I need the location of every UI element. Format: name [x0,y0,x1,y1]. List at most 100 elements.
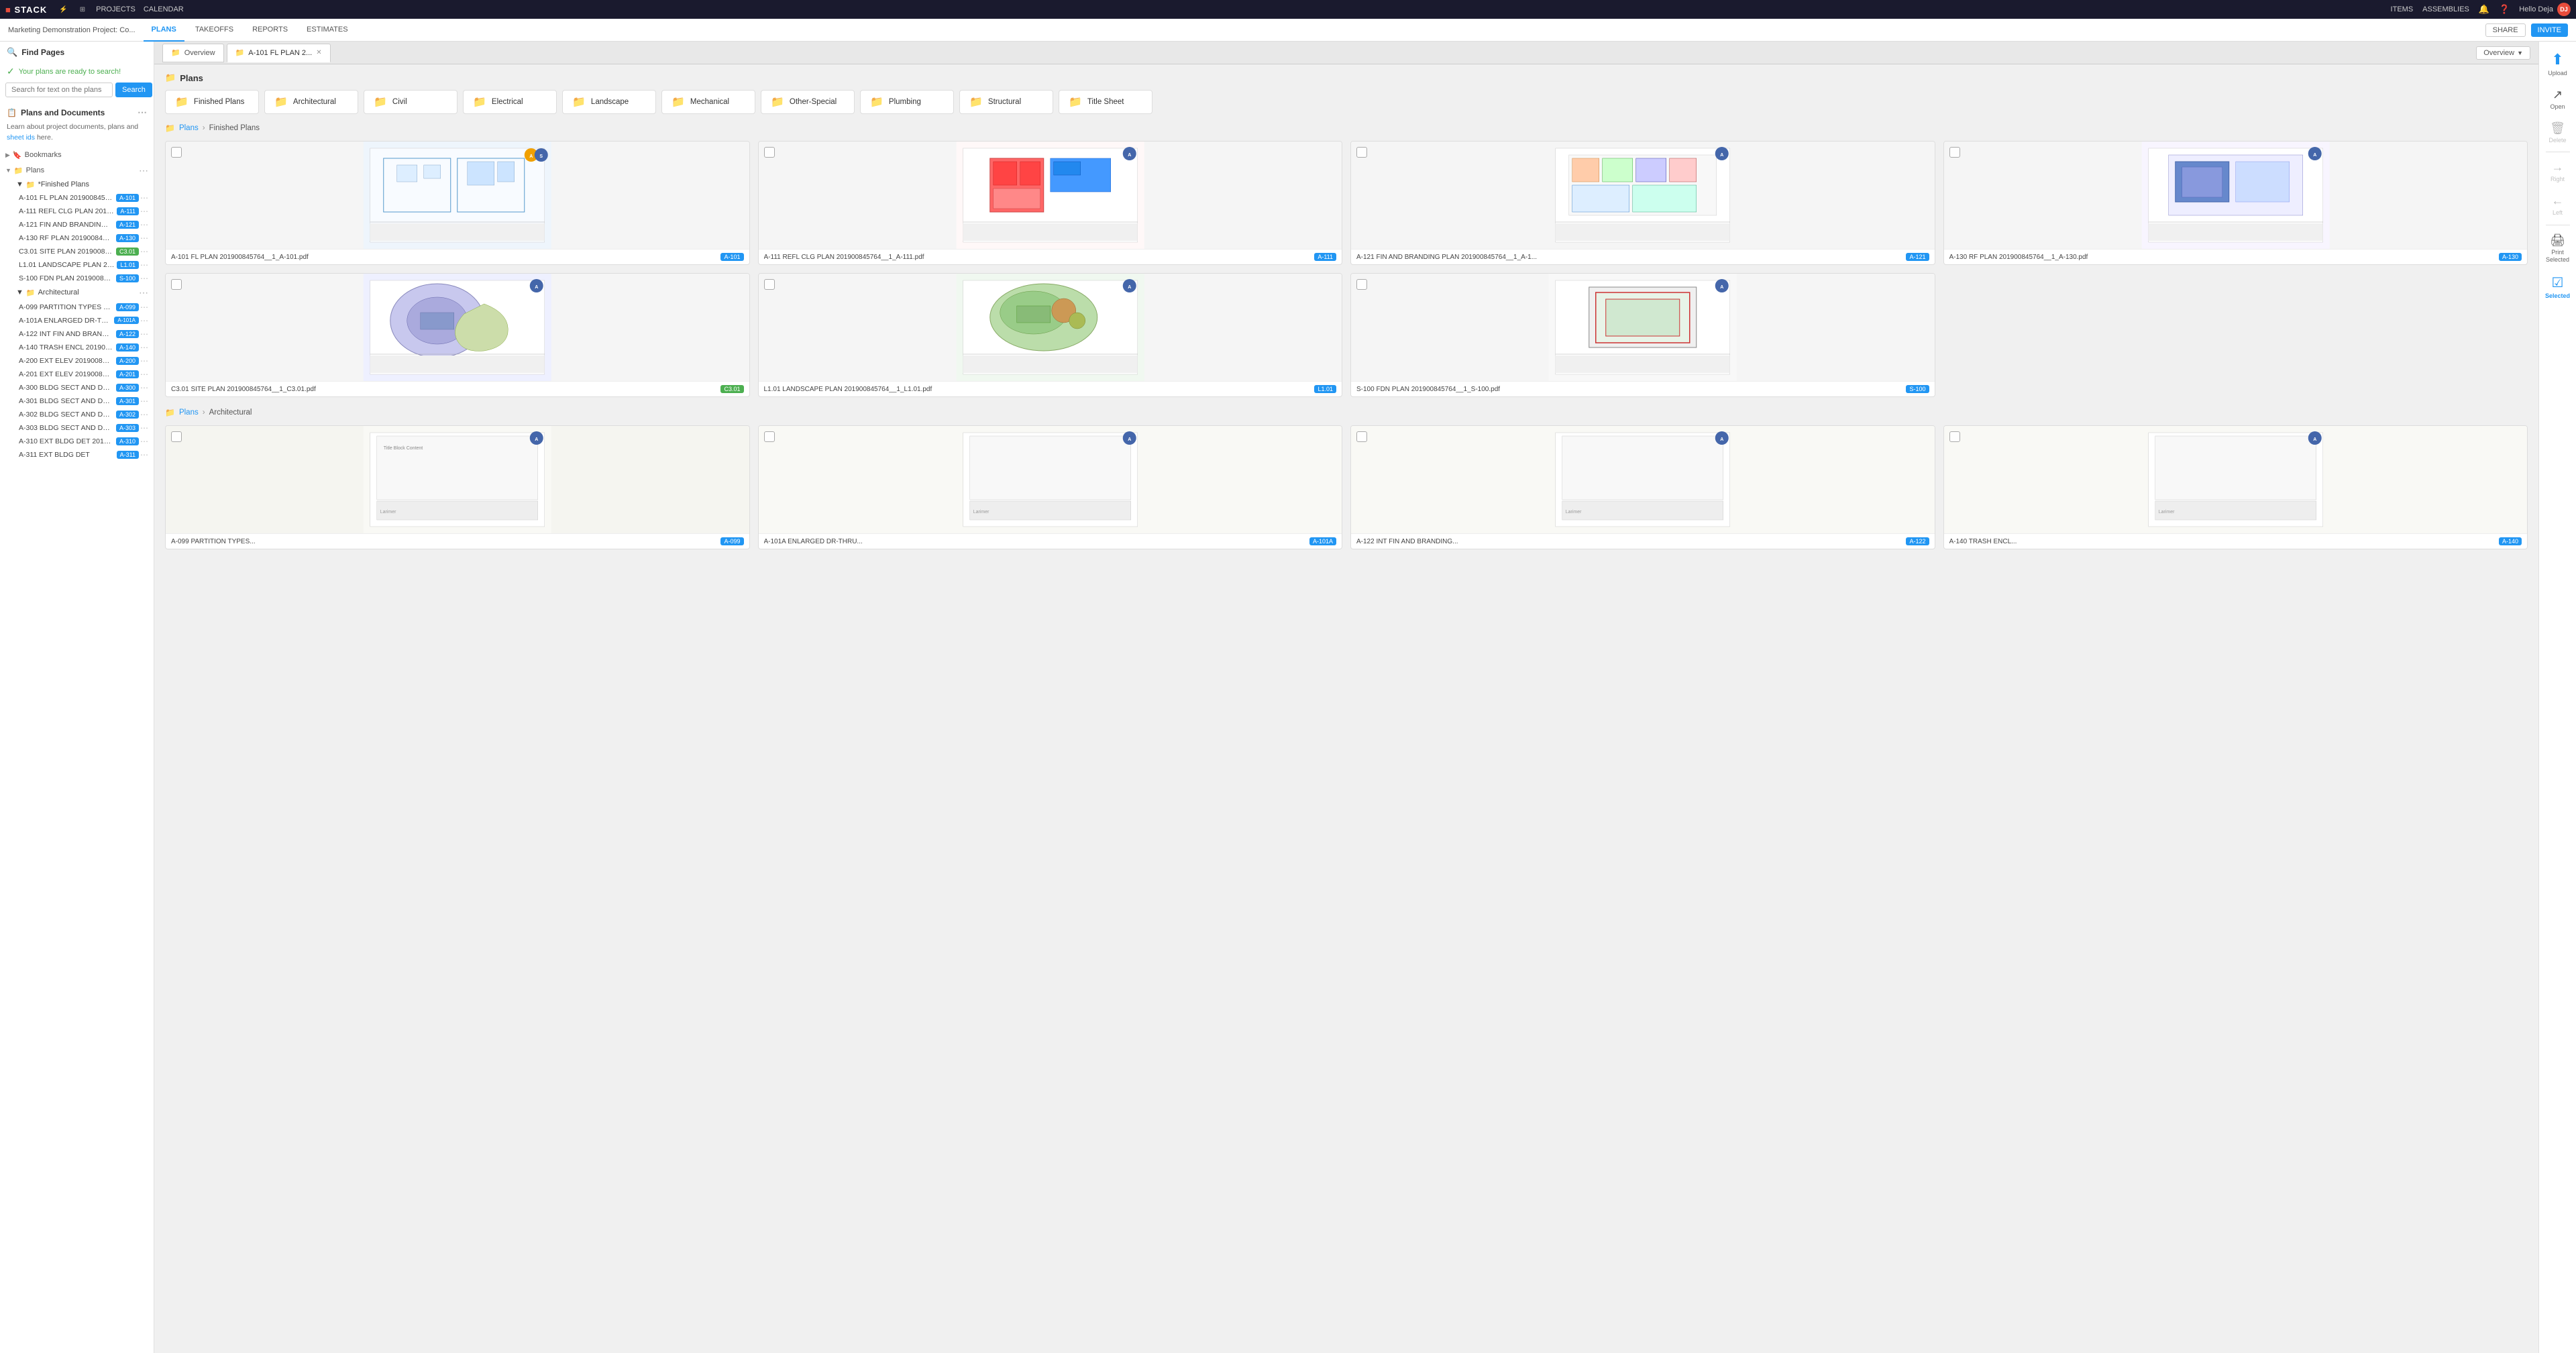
card-checkbox[interactable] [764,147,775,158]
plan-card-arch3[interactable]: Larimer A A-122 INT FIN AND BRANDING... … [1350,425,1935,549]
card-checkbox[interactable] [1356,147,1367,158]
nav-projects[interactable]: PROJECTS [96,5,136,13]
item-more-icon[interactable]: ⋯ [140,356,148,366]
sheet-ids-link[interactable]: sheet ids [7,133,35,142]
tab-reports[interactable]: REPORTS [244,19,296,42]
list-item[interactable]: A-111 REFL CLG PLAN 201900845764 1 A-111… [5,205,154,218]
print-button[interactable]: 🖨 Print Selected [2542,229,2574,268]
folder-other-special[interactable]: 📁 Other-Special [761,90,855,114]
plan-card-arch4[interactable]: Larimer A A-140 TRASH ENCL... A-140 [1943,425,2528,549]
list-item[interactable]: A-300 BLDG SECT AND DET 201900845764 1 A… [5,381,154,394]
plans-more-icon[interactable]: ⋯ [139,165,148,176]
card-checkbox[interactable] [764,279,775,290]
section-more-icon[interactable]: ⋯ [138,107,147,118]
list-item[interactable]: A-301 BLDG SECT AND DET 201900845764 1 A… [5,394,154,408]
item-more-icon[interactable]: ⋯ [140,410,148,419]
item-more-icon[interactable]: ⋯ [140,450,148,459]
list-item[interactable]: S-100 FDN PLAN 201900845764 1 S-100.pdf … [5,272,154,285]
item-more-icon[interactable]: ⋯ [140,370,148,379]
list-item[interactable]: A-303 BLDG SECT AND DET 201900845764 1 A… [5,421,154,435]
selected-button[interactable]: ☑ Selected [2542,270,2574,304]
plan-card-l101[interactable]: A L1.01 LANDSCAPE PLAN 201900845764__1_L… [758,273,1343,397]
upload-button[interactable]: ⬆ Upload [2542,47,2574,81]
card-checkbox[interactable] [1949,147,1960,158]
list-item[interactable]: A-122 INT FIN AND BRANDING LEGEND 201900… [5,327,154,341]
list-item[interactable]: A-201 EXT ELEV 201900845764 1 A-201.pdf … [5,368,154,381]
overview-dropdown[interactable]: Overview ▼ [2476,46,2530,60]
item-more-icon[interactable]: ⋯ [140,193,148,203]
card-checkbox[interactable] [764,431,775,442]
list-item[interactable]: A-140 TRASH ENCL 201900845764 1 A-140.pd… [5,341,154,354]
card-checkbox[interactable] [171,147,182,158]
finished-plans-header[interactable]: ▼ 📁 *Finished Plans [5,178,154,191]
list-item[interactable]: A-101A ENLARGED DR-THRU PLAN AND DET 201… [5,314,154,327]
help-icon[interactable]: ❓ [2499,4,2510,15]
nav-calendar[interactable]: CALENDAR [144,5,184,13]
bookmarks-header[interactable]: ▶ 🔖 Bookmarks [0,149,154,162]
card-checkbox[interactable] [171,279,182,290]
open-button[interactable]: ↗ Open [2542,84,2574,115]
item-more-icon[interactable]: ⋯ [140,329,148,339]
share-button[interactable]: SHARE [2485,23,2526,37]
plan-card-arch2[interactable]: Larimer A A-101A ENLARGED DR-THRU... A-1… [758,425,1343,549]
list-item[interactable]: A-121 FIN AND BRANDING PLAN 201900845764… [5,218,154,231]
folder-structural[interactable]: 📁 Structural [959,90,1053,114]
item-more-icon[interactable]: ⋯ [140,260,148,270]
folder-civil[interactable]: 📁 Civil [364,90,458,114]
item-more-icon[interactable]: ⋯ [140,220,148,229]
item-more-icon[interactable]: ⋯ [140,423,148,433]
tab-estimates[interactable]: ESTIMATES [299,19,356,42]
plan-card-a111[interactable]: A A-111 REFL CLG PLAN 201900845764__1_A-… [758,141,1343,265]
plan-card-s100[interactable]: A S-100 FDN PLAN 201900845764__1_S-100.p… [1350,273,1935,397]
search-input[interactable] [5,83,113,97]
item-more-icon[interactable]: ⋯ [140,207,148,216]
list-item[interactable]: A-302 BLDG SECT AND DET 201900845764 1 A… [5,408,154,421]
plan-card-a130[interactable]: A A-130 RF PLAN 201900845764__1_A-130.pd… [1943,141,2528,265]
card-checkbox[interactable] [1356,431,1367,442]
list-item[interactable]: A-101 FL PLAN 201900845764 1 A-101.pdf A… [5,191,154,205]
card-checkbox[interactable] [1356,279,1367,290]
nav-assemblies-label[interactable]: ASSEMBLIES [2422,5,2469,13]
list-item[interactable]: A-310 EXT BLDG DET 201900845764 1 A-310.… [5,435,154,448]
tab-plans[interactable]: PLANS [144,19,184,42]
architectural-header[interactable]: ▼ 📁 Architectural ⋯ [5,285,154,301]
tab-a101[interactable]: 📁 A-101 FL PLAN 2... ✕ [227,44,331,62]
list-item[interactable]: A-311 EXT BLDG DET A-311 ⋯ [5,448,154,462]
item-more-icon[interactable]: ⋯ [140,396,148,406]
folder-title-sheet[interactable]: 📁 Title Sheet [1059,90,1152,114]
plan-card-c301[interactable]: A C3.01 SITE PLAN 201900845764__1_C3.01.… [165,273,750,397]
breadcrumb-plans-link[interactable]: Plans [179,124,199,132]
list-item[interactable]: C3.01 SITE PLAN 201900845764 1 C3.01.pdf… [5,245,154,258]
folder-plumbing[interactable]: 📁 Plumbing [860,90,954,114]
search-button[interactable]: Search [115,83,152,97]
plans-header[interactable]: ▼ 📁 Plans ⋯ [0,163,154,178]
list-item[interactable]: A-130 RF PLAN 201900845764 1 A-130.pdf A… [5,231,154,245]
notification-icon[interactable]: 🔔 [2479,4,2489,15]
list-item[interactable]: L1.01 LANDSCAPE PLAN 201900845764 1 L1.0… [5,258,154,272]
nav-items-label[interactable]: ITEMS [2391,5,2414,13]
folder-landscape[interactable]: 📁 Landscape [562,90,656,114]
plan-card-arch1[interactable]: Title Block Content Larimer A A-099 PART… [165,425,750,549]
item-more-icon[interactable]: ⋯ [140,303,148,312]
folder-architectural[interactable]: 📁 Architectural [264,90,358,114]
folder-electrical[interactable]: 📁 Electrical [463,90,557,114]
item-more-icon[interactable]: ⋯ [140,233,148,243]
tab-overview[interactable]: 📁 Overview [162,44,224,62]
item-more-icon[interactable]: ⋯ [140,316,148,325]
item-more-icon[interactable]: ⋯ [140,383,148,392]
invite-button[interactable]: INVITE [2531,23,2568,37]
plan-card-a101[interactable]: A S A-101 FL PLAN 201900845764__1_A-101.… [165,141,750,265]
folder-mechanical[interactable]: 📁 Mechanical [661,90,755,114]
plan-card-a121[interactable]: A A-121 FIN AND BRANDING PLAN 2019008457… [1350,141,1935,265]
user-avatar[interactable]: DJ [2557,3,2571,16]
item-more-icon[interactable]: ⋯ [140,274,148,283]
card-checkbox[interactable] [1949,431,1960,442]
arch-breadcrumb-plans-link[interactable]: Plans [179,409,199,417]
folder-finished-plans[interactable]: 📁 Finished Plans [165,90,259,114]
tab-close-icon[interactable]: ✕ [316,49,321,56]
item-more-icon[interactable]: ⋯ [140,437,148,446]
item-more-icon[interactable]: ⋯ [140,343,148,352]
item-more-icon[interactable]: ⋯ [140,247,148,256]
arch-more-icon[interactable]: ⋯ [139,287,148,299]
tab-takeoffs[interactable]: TAKEOFFS [187,19,241,42]
